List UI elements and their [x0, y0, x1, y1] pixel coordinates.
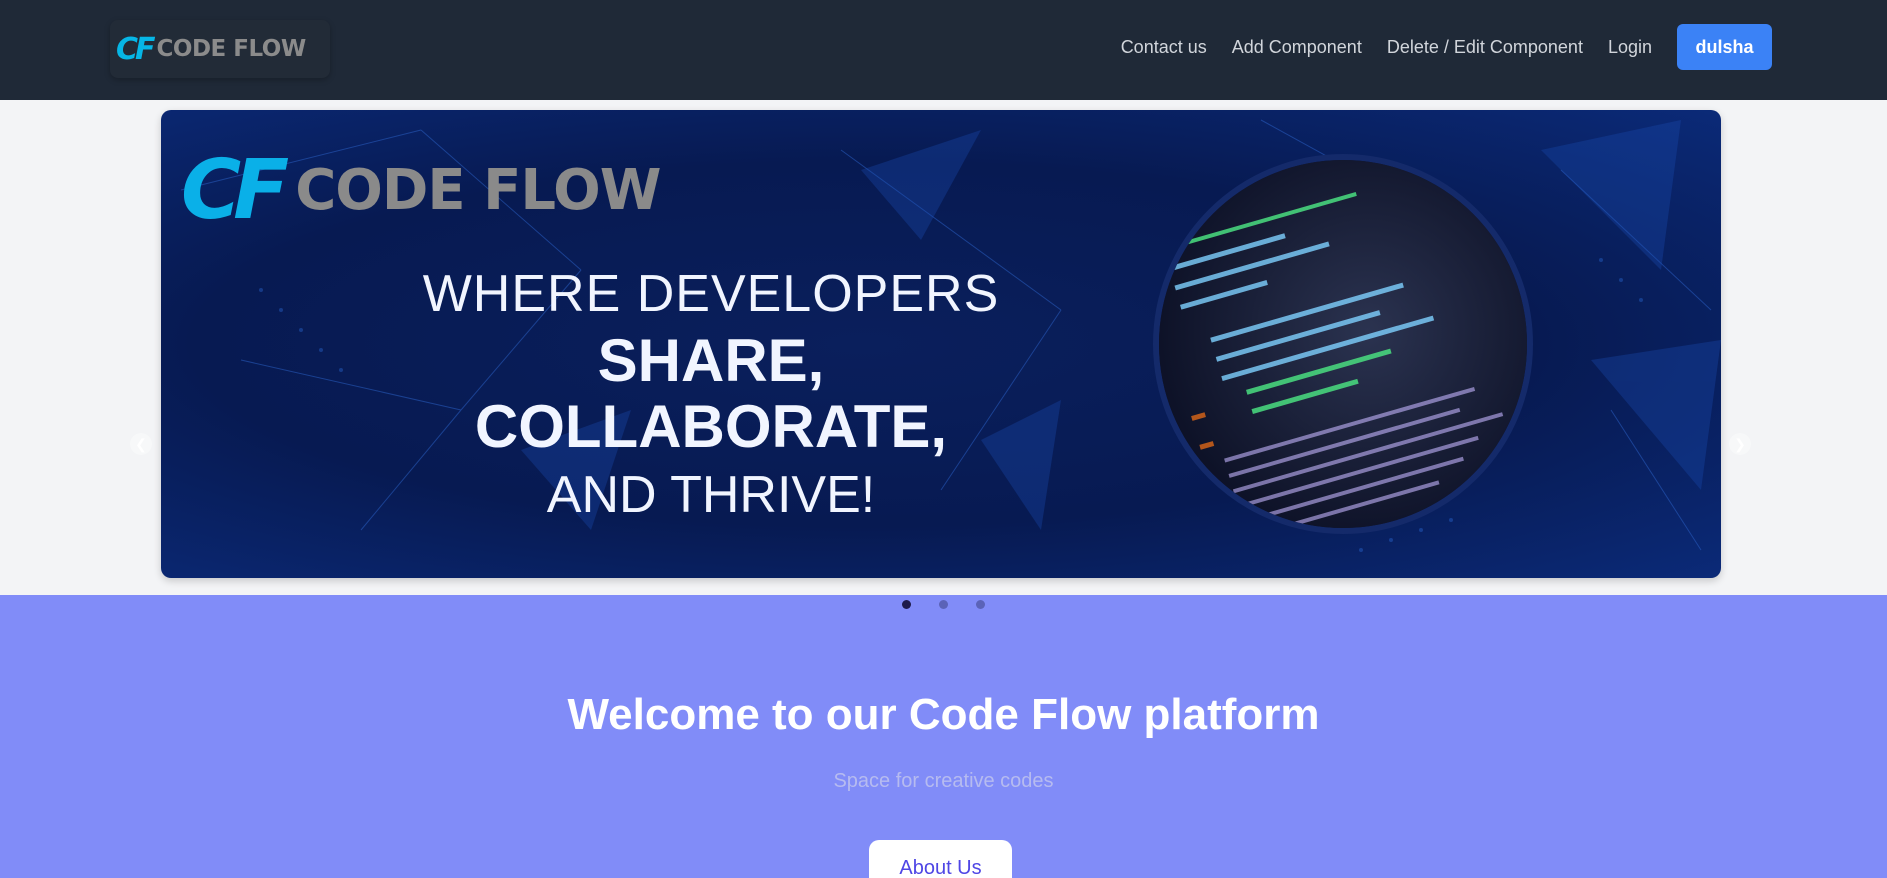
carousel-prev-button[interactable]: ❮ [130, 433, 152, 455]
hero-slide: CF CODE FLOW WHERE DEVELOPERS SHARE, COL… [161, 110, 1721, 578]
nav-add-component[interactable]: Add Component [1232, 37, 1362, 58]
carousel-next-button[interactable]: ❯ [1729, 433, 1751, 455]
welcome-section: Welcome to our Code Flow platform Space … [0, 595, 1887, 878]
hero-carousel: ❮ CF CODE FLOW WHERE DEVELOPERS SHARE, C… [0, 100, 1887, 595]
welcome-subtitle: Space for creative codes [833, 770, 1054, 792]
code-screen-graphic [1159, 160, 1527, 528]
nav-login[interactable]: Login [1608, 37, 1652, 58]
carousel-dot-1[interactable] [902, 600, 911, 609]
chevron-left-icon: ❮ [135, 435, 147, 452]
nav-links: Contact us Add Component Delete / Edit C… [1096, 24, 1772, 70]
carousel-indicators [0, 600, 1887, 609]
logo-mark: CF CODE FLOW [116, 32, 306, 67]
hero-headline: WHERE DEVELOPERS SHARE, COLLABORATE, AND… [391, 260, 1031, 530]
about-us-button[interactable]: About Us [869, 840, 1012, 878]
headline-line-2: SHARE, COLLABORATE, [474, 327, 948, 460]
user-button[interactable]: dulsha [1677, 24, 1772, 70]
logo-cf-icon: CF [116, 31, 155, 67]
logo-text: CODE FLOW [156, 36, 307, 62]
top-navbar: CF CODE FLOW Contact us Add Component De… [0, 0, 1887, 100]
carousel-dot-3[interactable] [976, 600, 985, 609]
headline-line-3: AND THRIVE! [546, 466, 876, 524]
brand-logo[interactable]: CF CODE FLOW [110, 20, 330, 78]
headline-line-1: WHERE DEVELOPERS [422, 265, 1000, 323]
hero-logo-cf: CF [181, 143, 289, 238]
hero-logo-text: CODE FLOW [295, 158, 661, 223]
welcome-title: Welcome to our Code Flow platform [567, 690, 1320, 739]
code-lens-image [1153, 154, 1533, 534]
chevron-right-icon: ❯ [1734, 435, 1746, 452]
nav-delete-edit-component[interactable]: Delete / Edit Component [1387, 37, 1583, 58]
hero-logo: CF CODE FLOW [181, 143, 661, 238]
carousel-dot-2[interactable] [939, 600, 948, 609]
nav-contact-us[interactable]: Contact us [1121, 37, 1207, 58]
